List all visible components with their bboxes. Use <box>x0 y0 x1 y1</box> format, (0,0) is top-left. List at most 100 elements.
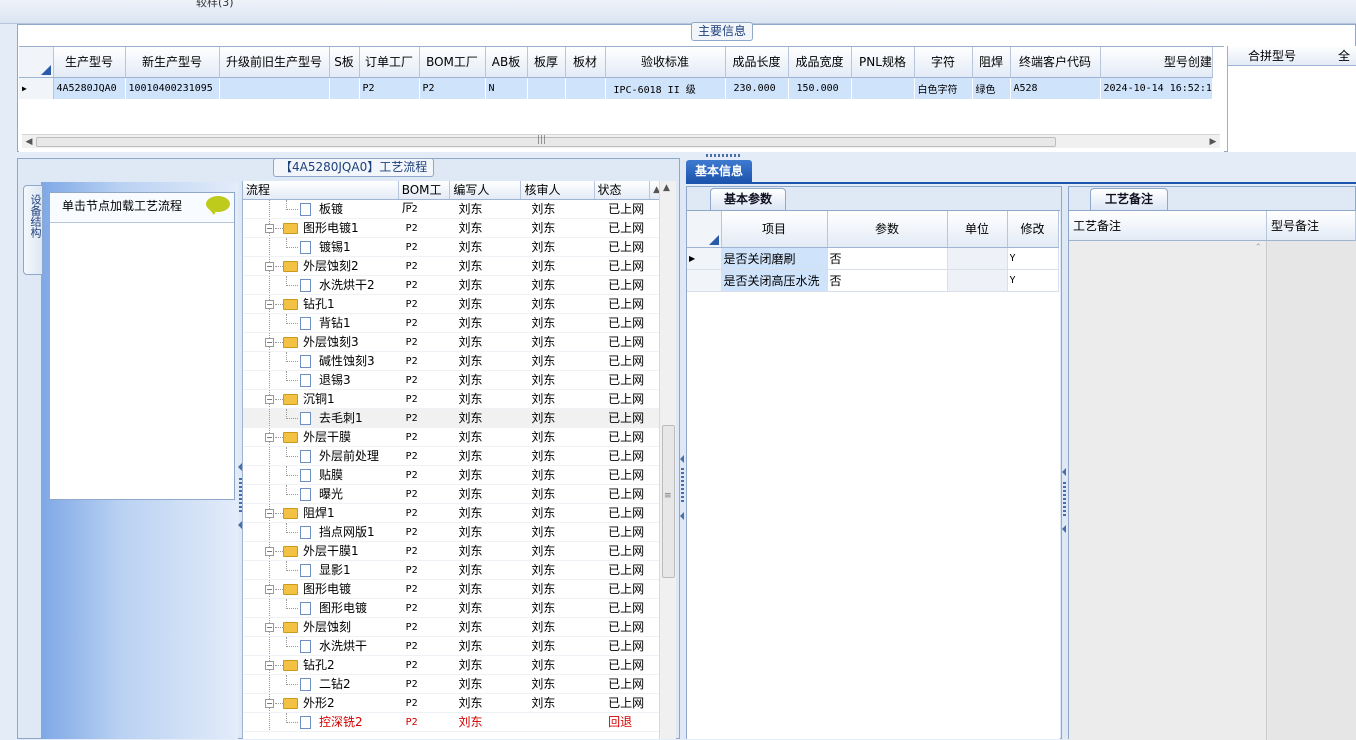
tree-node[interactable]: 板镀 <box>243 200 403 218</box>
collapse-middle-icon[interactable] <box>680 455 684 463</box>
tree-row[interactable]: 水洗烘干2 P2 刘东 刘东 已上网 <box>243 276 660 295</box>
main-cell[interactable]: N <box>485 77 528 99</box>
main-col-header[interactable]: 成品宽度 <box>788 47 852 78</box>
tab-device-structure[interactable]: 设备结构 <box>23 185 43 275</box>
tree-col-header[interactable]: 编写人 <box>450 181 522 199</box>
tree-row[interactable]: − 外层干膜 P2 刘东 刘东 已上网 <box>243 428 660 447</box>
tree-node[interactable]: − 图形电镀 <box>243 580 403 598</box>
tree-node[interactable]: 外层前处理 <box>243 447 403 465</box>
collapse-node-icon[interactable]: − <box>265 300 274 309</box>
basic-cell[interactable] <box>947 269 1008 292</box>
collapse-right-icon-2[interactable] <box>1062 525 1066 533</box>
tree-node[interactable]: − 外层蚀刻 <box>243 618 403 636</box>
notes-col-process[interactable]: 工艺备注 <box>1069 211 1267 241</box>
collapse-right-icon[interactable] <box>1062 468 1066 476</box>
tree-node[interactable]: 背钻1 <box>243 314 403 332</box>
basic-params-grid[interactable]: 项目 参数 单位 修改 ▶ 是否关闭磨刷否 Y 是否关闭高压水洗否 Y <box>687 210 1060 739</box>
process-flow-tree[interactable]: 流程 BOM工厂 编写人 核审人 状态 ▲ 板镀 P2 刘东 刘东 已上网 − 图形电镀1 P2 刘东 刘东… <box>242 181 660 739</box>
tree-node[interactable]: − 钻孔1 <box>243 295 403 313</box>
tree-col-header[interactable]: BOM工厂 <box>399 181 451 215</box>
main-cell[interactable] <box>851 77 915 99</box>
tree-row[interactable]: − 外形2 P2 刘东 刘东 已上网 <box>243 694 660 713</box>
table-row[interactable]: ▶ 是否关闭磨刷否 Y <box>687 247 1059 270</box>
basic-cell[interactable]: 否 <box>827 247 948 270</box>
row-indicator[interactable] <box>687 269 722 292</box>
tree-vertical-scrollbar[interactable]: ▲ ≡ <box>659 181 676 739</box>
splitter-grip-horizontal[interactable] <box>706 154 742 157</box>
tree-node[interactable]: − 图形电镀1 <box>243 219 403 237</box>
main-col-header[interactable]: 成品长度 <box>725 47 789 78</box>
tree-scroll-thumb[interactable]: ≡ <box>662 425 675 578</box>
tree-row[interactable]: 二钻2 P2 刘东 刘东 已上网 <box>243 675 660 694</box>
tree-row[interactable]: 外层前处理 P2 刘东 刘东 已上网 <box>243 447 660 466</box>
tree-row[interactable]: − 外层蚀刻2 P2 刘东 刘东 已上网 <box>243 257 660 276</box>
process-notes-area[interactable]: ⌃ <box>1069 241 1267 740</box>
notes-col-model[interactable]: 型号备注 <box>1267 211 1356 241</box>
main-cell[interactable] <box>329 77 360 99</box>
main-cell[interactable]: 绿色 <box>972 77 1011 99</box>
main-cell[interactable]: 白色字符 <box>914 77 973 99</box>
tree-node[interactable]: 去毛刺1 <box>243 409 403 427</box>
tree-col-header[interactable]: 流程 <box>243 181 399 199</box>
main-col-header[interactable]: 型号创建 <box>1100 47 1213 78</box>
tree-col-header[interactable]: 核审人 <box>521 181 595 199</box>
tree-node[interactable]: − 钻孔2 <box>243 656 403 674</box>
tree-node[interactable]: − 阻焊1 <box>243 504 403 522</box>
tree-row[interactable]: − 沉铜1 P2 刘东 刘东 已上网 <box>243 390 660 409</box>
row-indicator[interactable]: ▶ <box>19 77 54 99</box>
tree-row[interactable]: 显影1 P2 刘东 刘东 已上网 <box>243 561 660 580</box>
main-col-header[interactable]: 字符 <box>914 47 973 78</box>
basic-cell[interactable]: 是否关闭磨刷 <box>721 247 828 270</box>
main-cell[interactable]: 150.000 <box>788 77 852 99</box>
main-col-header[interactable]: 生产型号 <box>53 47 126 78</box>
model-notes-area[interactable] <box>1268 241 1356 740</box>
tree-row[interactable]: − 外层蚀刻 P2 刘东 刘东 已上网 <box>243 618 660 637</box>
tree-col-header[interactable]: 状态 <box>595 181 651 199</box>
main-col-header[interactable]: 验收标准 <box>605 47 726 78</box>
basic-col-header[interactable]: 参数 <box>827 211 948 248</box>
row-indicator[interactable]: ▶ <box>687 247 722 270</box>
tree-row[interactable]: 背钻1 P2 刘东 刘东 已上网 <box>243 314 660 333</box>
main-col-header[interactable]: PNL规格 <box>851 47 915 78</box>
tree-node[interactable]: 碱性蚀刻3 <box>243 352 403 370</box>
basic-cell[interactable]: Y <box>1007 247 1059 270</box>
tree-row[interactable]: − 图形电镀 P2 刘东 刘东 已上网 <box>243 580 660 599</box>
tree-row[interactable]: 控深铣2 P2 刘东 回退 <box>243 713 660 732</box>
notes-scroll-up-icon[interactable]: ⌃ <box>1254 243 1262 253</box>
tree-row[interactable]: 水洗烘干 P2 刘东 刘东 已上网 <box>243 637 660 656</box>
tree-row[interactable]: 去毛刺1 P2 刘东 刘东 已上网 <box>243 409 660 428</box>
basic-grid-corner[interactable] <box>687 211 722 248</box>
basic-cell[interactable]: Y <box>1007 269 1059 292</box>
collapse-node-icon[interactable]: − <box>265 262 274 271</box>
merge-model-header[interactable]: 合拼型号 全 <box>1228 46 1356 66</box>
horizontal-scrollbar[interactable]: ◀ ||| ▶ <box>22 134 1220 148</box>
tree-node[interactable]: 控深铣2 <box>243 713 403 731</box>
tree-node[interactable]: 曝光 <box>243 485 403 503</box>
collapse-node-icon[interactable]: − <box>265 699 274 708</box>
tree-node[interactable]: 水洗烘干2 <box>243 276 403 294</box>
main-col-header[interactable]: 阻焊 <box>972 47 1011 78</box>
tree-node[interactable]: 显影1 <box>243 561 403 579</box>
collapse-node-icon[interactable]: − <box>265 547 274 556</box>
collapse-node-icon[interactable]: − <box>265 338 274 347</box>
tree-node[interactable]: 水洗烘干 <box>243 637 403 655</box>
main-cell[interactable]: P2 <box>359 77 420 99</box>
basic-col-header[interactable]: 修改 <box>1007 211 1059 248</box>
main-col-header[interactable]: 板材 <box>565 47 606 78</box>
tree-row[interactable]: − 阻焊1 P2 刘东 刘东 已上网 <box>243 504 660 523</box>
tree-node[interactable]: 镀锡1 <box>243 238 403 256</box>
main-cell[interactable]: P2 <box>419 77 486 99</box>
tab-process-notes[interactable]: 工艺备注 <box>1090 188 1168 210</box>
tree-row[interactable]: 镀锡1 P2 刘东 刘东 已上网 <box>243 238 660 257</box>
scroll-up-icon[interactable]: ▲ <box>663 183 670 193</box>
main-cell[interactable]: IPC-6018 II 级 <box>605 77 726 99</box>
tree-row[interactable]: − 钻孔2 P2 刘东 刘东 已上网 <box>243 656 660 675</box>
process-notes-grid[interactable]: 工艺备注 型号备注 ⌃ <box>1069 210 1356 740</box>
tree-node[interactable]: − 沉铜1 <box>243 390 403 408</box>
main-cell[interactable] <box>565 77 606 99</box>
main-cell[interactable] <box>219 77 330 99</box>
collapse-node-icon[interactable]: − <box>265 661 274 670</box>
basic-col-header[interactable]: 项目 <box>721 211 828 248</box>
main-col-header[interactable]: 升级前旧生产型号 <box>219 47 330 78</box>
tree-node[interactable]: − 外形2 <box>243 694 403 712</box>
